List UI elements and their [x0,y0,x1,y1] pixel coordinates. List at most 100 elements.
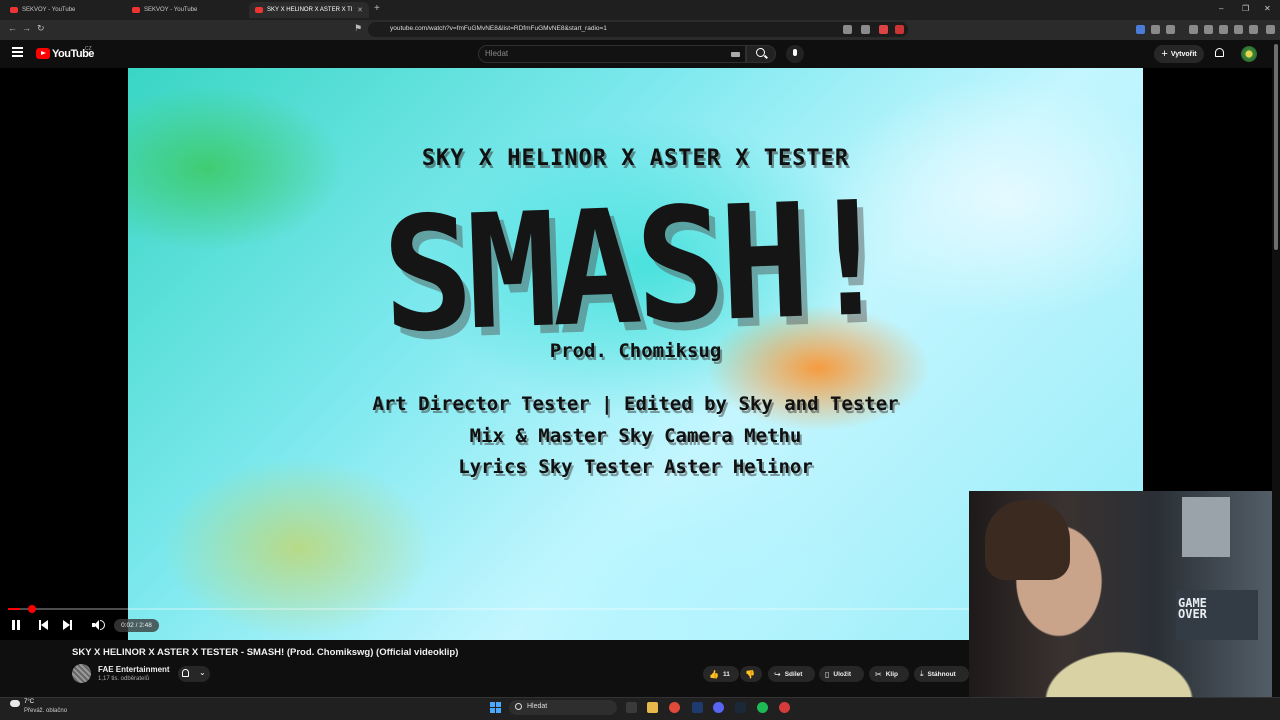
microphone-icon[interactable] [793,49,797,56]
extension-icon[interactable] [861,25,870,34]
video-credit-line: Art Director Tester | Edited by Sky and … [372,393,899,415]
chevron-down-icon[interactable]: ⌄ [199,668,206,677]
menu-icon[interactable] [1266,25,1275,34]
search-icon [515,703,522,710]
save-button[interactable]: ▯ Uložit [819,666,864,682]
like-button[interactable]: 👍 11 [703,666,739,682]
extension-icon[interactable] [1136,25,1145,34]
tab-title: SEKVOY - YouTube [22,7,76,13]
share-button[interactable]: ↪ Sdílet [768,666,815,682]
webcam-background-monitor [1182,497,1230,557]
task-view-icon[interactable] [626,702,637,713]
extension-icon[interactable] [879,25,888,34]
search-placeholder[interactable]: Hledat [485,49,508,58]
progress-played [8,608,20,610]
share-icon: ↪ [774,669,781,679]
plus-icon: + [1161,48,1168,60]
weather-condition[interactable]: Převáž. oblačno [24,708,67,714]
subscriber-count: 1,17 tis. odběratelů [98,676,150,682]
shield-icon[interactable] [1249,25,1258,34]
download-button[interactable]: ⤓ Stáhnout [914,666,969,682]
progress-scrubber[interactable] [28,605,36,613]
weather-cloud-icon[interactable] [10,700,20,707]
thumbs-down-icon: 👎 [745,669,755,679]
extension-icon[interactable] [1151,25,1160,34]
steam-icon[interactable] [735,702,746,713]
webcam-shirt-text: GAME OVER [1178,596,1207,621]
extension-icon[interactable] [1166,25,1175,34]
channel-avatar[interactable] [72,664,91,683]
create-label: Vytvořit [1170,50,1197,58]
progress-bar[interactable] [8,608,970,610]
back-icon[interactable]: ← [8,23,17,33]
sidebar-icon[interactable] [1204,25,1213,34]
spotify-icon[interactable] [757,702,768,713]
taskbar-search-box[interactable] [509,700,617,715]
tab-title: SEKVOY - YouTube [144,7,198,13]
youtube-favicon-icon [255,7,263,13]
video-title: SKY X HELINOR X ASTER X TESTER - SMASH! … [72,647,459,658]
extension-icon[interactable] [843,25,852,34]
windows-start-icon[interactable] [490,702,501,713]
new-tab-icon[interactable]: + [374,3,380,14]
discord-icon[interactable] [713,702,724,713]
browser-app-icon[interactable] [669,702,680,713]
minimize-icon[interactable]: – [1219,4,1223,13]
url-text[interactable]: youtube.com/watch?v=fmFuGMvNE8&list=RDfm… [390,25,607,32]
download-label: Stáhnout [927,670,956,678]
file-explorer-icon[interactable] [647,702,658,713]
scrollbar-thumb[interactable] [1274,44,1278,250]
clip-label: Klip [885,670,898,678]
video-credit-line: Lyrics Sky Tester Aster Helinor [458,456,813,478]
scissors-icon: ✂ [875,669,882,679]
channel-name[interactable]: FAE Entertainment [98,665,170,674]
app-icon[interactable] [779,702,790,713]
browser-tab[interactable]: SEKVOY - YouTube [4,2,122,18]
windows-taskbar [0,697,1280,720]
restore-icon[interactable]: ❐ [1242,4,1249,13]
youtube-favicon-icon [10,7,18,13]
browser-tab-active[interactable]: SKY X HELINOR X ASTER X TI ✕ [249,2,369,18]
dislike-button[interactable]: 👎 [740,666,762,682]
weather-temperature[interactable]: 7°C [24,699,34,705]
extension-icon[interactable] [1234,25,1243,34]
media-icon[interactable] [1189,25,1198,34]
tab-title: SKY X HELINOR X ASTER X TI [267,7,353,13]
hamburger-menu-icon[interactable] [12,47,23,57]
notifications-bell-icon[interactable] [1215,48,1224,57]
video-big-title: SMASH! [379,167,892,369]
search-icon[interactable] [756,48,765,57]
extension-icon[interactable] [1219,25,1228,34]
video-artists-text: SKY X HELINOR X ASTER X TESTER [421,146,850,171]
close-tab-icon[interactable]: ✕ [357,6,363,14]
bell-icon[interactable] [182,669,189,677]
like-count: 11 [722,670,730,678]
photoshop-icon[interactable] [692,702,703,713]
youtube-logo-icon[interactable] [36,48,50,59]
taskbar-search-label[interactable]: Hledat [527,703,547,710]
region-code: CZ [85,46,92,52]
create-button[interactable]: + Vytvořit [1154,45,1204,63]
clip-button[interactable]: ✂ Klip [869,666,909,682]
bookmark-icon: ▯ [825,669,830,679]
video-credit-line: Mix & Master Sky Camera Methu [469,425,802,447]
forward-icon[interactable]: → [22,23,31,33]
thumbs-up-icon: 👍 [709,669,719,679]
search-input[interactable] [478,45,746,63]
video-prod-text: Prod. Chomiksug [549,340,722,362]
time-display: 0:02 / 2:48 [114,619,159,632]
warning-icon[interactable] [895,25,904,34]
youtube-favicon-icon [132,7,140,13]
bookmark-icon[interactable]: ⚑ [354,23,362,34]
webcam-person [985,500,1070,580]
user-avatar[interactable] [1241,46,1257,62]
previous-icon[interactable] [39,620,48,630]
save-label: Uložit [833,670,852,678]
pause-icon[interactable] [12,620,20,630]
keyboard-icon[interactable] [731,52,740,57]
browser-tab-bar: SEKVOY - YouTube SEKVOY - YouTube SKY X … [0,0,1280,20]
next-icon[interactable] [63,620,72,630]
close-window-icon[interactable]: ✕ [1264,4,1271,13]
reload-icon[interactable]: ↻ [37,23,45,34]
browser-tab[interactable]: SEKVOY - YouTube [126,2,244,18]
